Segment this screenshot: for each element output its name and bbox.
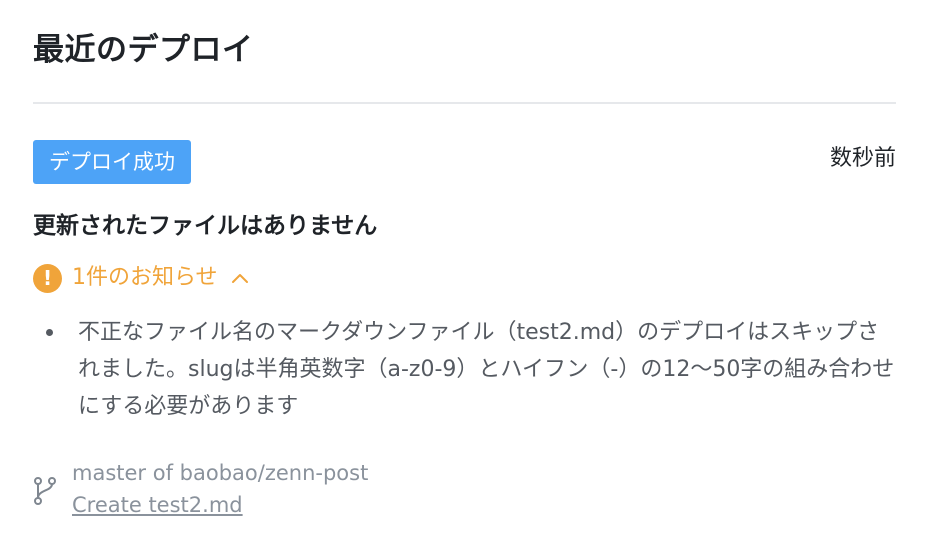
recent-deploys-panel: 最近のデプロイ デプロイ成功 数秒前 更新されたファイルはありません ! 1件の… (0, 0, 932, 536)
branch-label: master of baobao/zenn-post (72, 461, 369, 485)
deploy-status-badge: デプロイ成功 (33, 140, 191, 184)
deploy-summary: 更新されたファイルはありません (33, 213, 378, 239)
branch-info: master of baobao/zenn-post Create test2.… (33, 458, 896, 522)
bullet-icon (46, 329, 53, 336)
notice-list: 不正なファイル名のマークダウンファイル（test2.md）のデプロイはスキップさ… (40, 314, 896, 425)
page-title: 最近のデプロイ (33, 32, 254, 68)
exclamation-circle-icon: ! (33, 263, 62, 293)
commit-link[interactable]: Create test2.md (72, 490, 243, 520)
notice-item: 不正なファイル名のマークダウンファイル（test2.md）のデプロイはスキップさ… (40, 314, 896, 425)
notice-toggle[interactable]: ! 1件のお知らせ (33, 262, 250, 294)
git-branch-icon (34, 477, 56, 505)
notice-item-text: 不正なファイル名のマークダウンファイル（test2.md）のデプロイはスキップさ… (78, 320, 895, 419)
divider (33, 102, 896, 104)
chevron-up-icon (231, 274, 248, 283)
notice-toggle-label: 1件のお知らせ (72, 265, 218, 290)
deploy-timestamp: 数秒前 (829, 146, 896, 171)
